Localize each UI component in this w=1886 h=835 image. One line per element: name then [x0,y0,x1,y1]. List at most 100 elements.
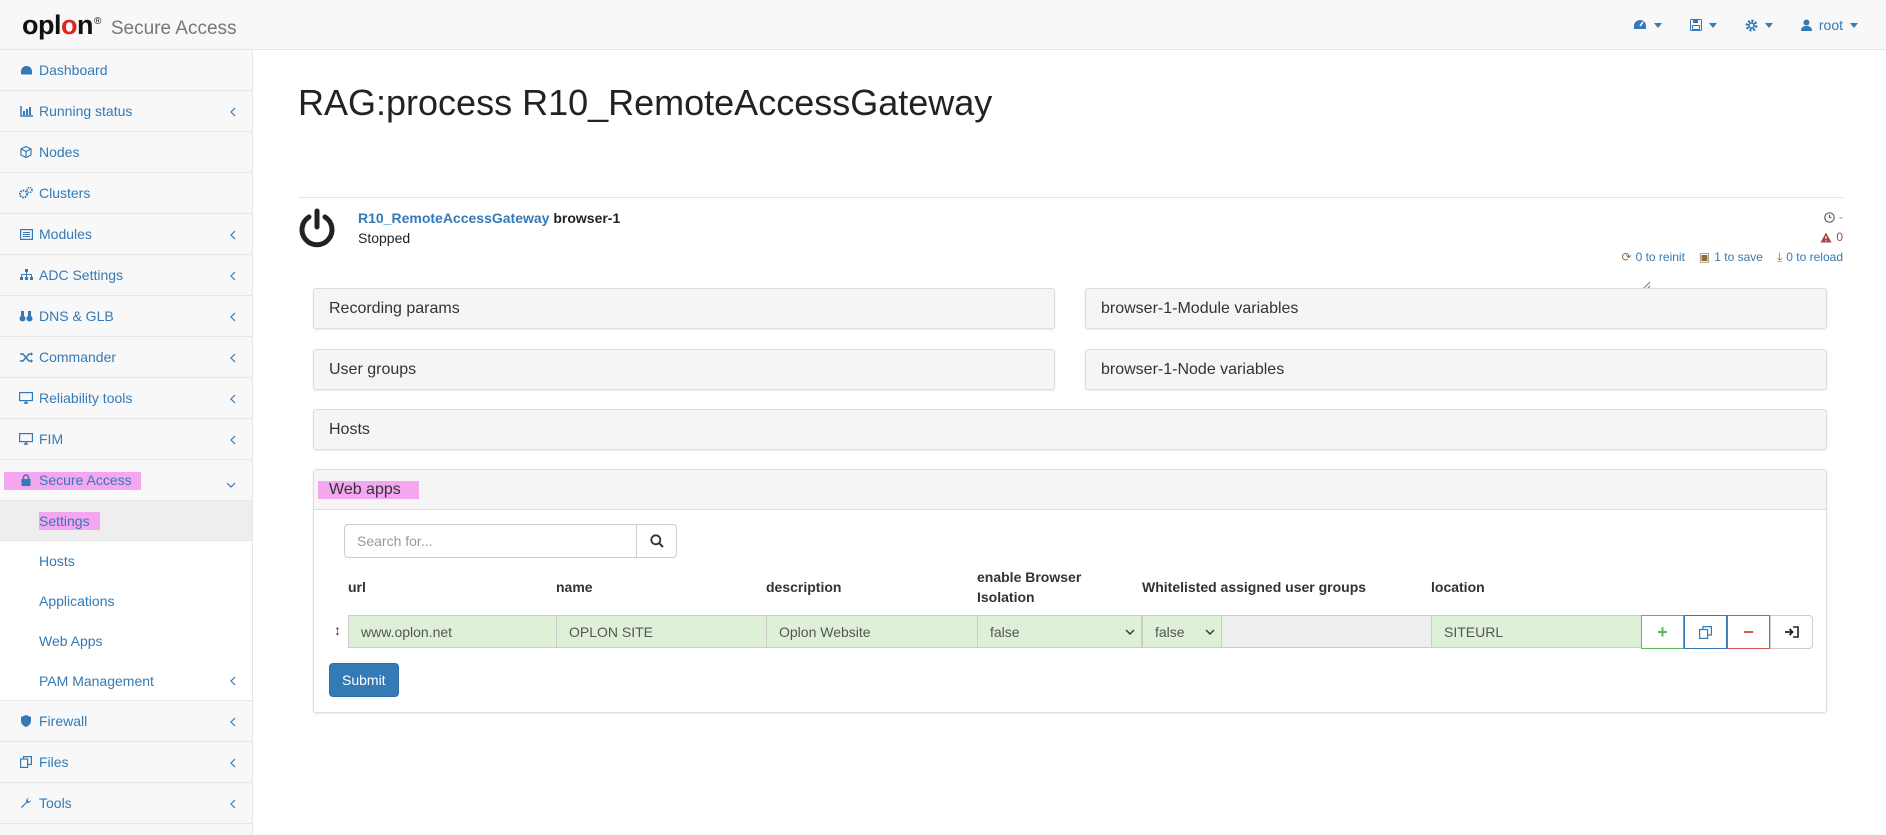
lock-icon [19,473,33,487]
sidebar-item-fim[interactable]: FIM [0,419,252,460]
sidebar-item-clusters[interactable]: Clusters [0,173,252,214]
search-button[interactable] [637,524,677,558]
add-row-button[interactable]: + [1641,615,1684,649]
panel-user-groups[interactable]: User groups [313,349,1055,390]
reinit-label: 0 to reinit [1635,250,1685,264]
sidebar-item-label: Files [39,754,69,770]
brand[interactable]: oplon® Secure Access [22,10,237,41]
sidebar-item-tools[interactable]: Tools [0,783,252,824]
sidebar-sub-applications[interactable]: Applications [0,581,252,621]
process-state: Stopped [358,230,411,246]
sidebar-item-nodes[interactable]: Nodes [0,132,252,173]
sidebar-sub-settings[interactable]: Settings [0,501,252,541]
location-input[interactable]: SITEURL [1431,615,1642,648]
location-value: SITEURL [1444,623,1504,640]
sidebar-item-adc-settings[interactable]: ADC Settings [0,255,252,296]
reinit-link[interactable]: ⟳ 0 to reinit [1622,250,1685,264]
column-header-name: name [556,579,593,595]
sidebar-item-dns-glb[interactable]: DNS & GLB [0,296,252,337]
sidebar-item-reliability-tools[interactable]: Reliability tools [0,378,252,419]
column-header-url: url [348,579,366,595]
search-input[interactable] [344,524,637,558]
warnings-count: 0 [1836,230,1843,244]
gear-icon [1745,19,1758,31]
refresh-icon: ⟳ [1621,250,1632,264]
panel-hosts[interactable]: Hosts [313,409,1827,450]
binoculars-icon [19,309,33,323]
sidebar-sub-web-apps[interactable]: Web Apps [0,621,252,661]
sidebar-item-firewall[interactable]: Firewall [0,701,252,742]
process-link[interactable]: R10_RemoteAccessGateway [358,210,549,226]
tachometer-icon [19,63,33,77]
panel-recording-params[interactable]: Recording params [313,288,1055,329]
caret-down-icon [1850,22,1858,28]
panel-header[interactable]: Web apps [314,470,1826,510]
save-link[interactable]: ▣ 1 to save [1699,250,1763,264]
sidebar-item-label: ADC Settings [39,267,124,283]
whitelisted-value: false [1155,623,1185,640]
sidebar-sub-label: Applications [39,593,115,609]
search-icon [649,534,664,548]
panel-title: Hosts [329,420,370,438]
isolation-select[interactable]: false [977,615,1142,648]
clock-icon [1824,211,1835,223]
top-navbar: oplon® Secure Access root [0,0,1886,50]
sidebar-item-label: Modules [39,226,92,242]
main-content: RAG:process R10_RemoteAccessGateway R10_… [253,50,1886,835]
reload-link[interactable]: ⤓ 0 to reload [1777,250,1843,265]
sidebar-sub-label: Web Apps [39,633,103,649]
chevron-down-icon [226,475,236,491]
panel-title: Recording params [329,299,460,317]
panel-title: browser-1-Node variables [1101,360,1285,378]
user-menu-toggle[interactable]: root [1800,17,1858,33]
warnings-line: 0 [1622,227,1843,247]
name-value: OPLON SITE [569,623,654,640]
panel-node-variables[interactable]: browser-1-Node variables [1085,349,1827,390]
remove-row-button[interactable]: − [1727,615,1770,649]
submit-button[interactable]: Submit [329,663,399,697]
uptime-value: - [1839,210,1843,224]
dashboard-menu-toggle[interactable] [1633,19,1662,31]
process-counters: - 0 ⟳ 0 to reinit ▣ 1 to save ⤓ 0 to reload [1622,207,1844,267]
random-icon [19,350,33,364]
wrench-icon [19,796,33,810]
save-menu-toggle[interactable] [1689,19,1717,31]
panel-title: Web apps [318,480,419,499]
whitelisted-select[interactable]: false [1142,615,1222,648]
chevron-down-icon [1125,629,1135,635]
panel-web-apps: Web apps url name description enable Bro… [313,469,1827,713]
pending-actions: ⟳ 0 to reinit ▣ 1 to save ⤓ 0 to reload [1622,247,1844,267]
files-icon [19,755,33,769]
chevron-down-icon [1205,629,1215,635]
power-off-icon [298,208,336,251]
sidebar-item-commander[interactable]: Commander [0,337,252,378]
panel-title: browser-1-Module variables [1101,299,1299,317]
copy-row-button[interactable] [1684,615,1727,649]
top-nav-menu: root [1633,0,1858,50]
panel-module-variables[interactable]: browser-1-Module variables [1085,288,1827,329]
settings-menu-toggle[interactable] [1745,19,1773,32]
sidebar-sub-label: PAM Management [39,672,154,689]
sidebar-item-modules[interactable]: Modules [0,214,252,255]
sidebar-item-label: Firewall [39,713,88,729]
user-groups-input[interactable] [1221,615,1432,648]
minus-icon: − [1743,621,1754,642]
sidebar-item-running-status[interactable]: Running status [0,91,252,132]
oplon-logo: oplon® [22,10,101,40]
node-name: browser-1 [553,210,621,226]
header-line: enable Browser [977,569,1082,585]
description-input[interactable]: Oplon Website [766,615,978,648]
sidebar-sub-hosts[interactable]: Hosts [0,541,252,581]
name-input[interactable]: OPLON SITE [556,615,767,648]
sidebar-item-label: Reliability tools [39,390,133,406]
sidebar-item-secure-access[interactable]: Secure Access [0,460,252,501]
url-input[interactable]: www.oplon.net [348,615,557,648]
open-row-button[interactable] [1770,615,1813,649]
reload-label: 0 to reload [1786,249,1843,264]
uptime-line: - [1622,207,1843,227]
sidebar-item-dashboard[interactable]: Dashboard [0,50,252,91]
cube-icon [19,145,33,159]
drag-handle-icon[interactable]: ↕ [334,622,341,638]
sidebar-item-files[interactable]: Files [0,742,252,783]
sidebar-sub-pam-management[interactable]: PAM Management [0,661,252,701]
